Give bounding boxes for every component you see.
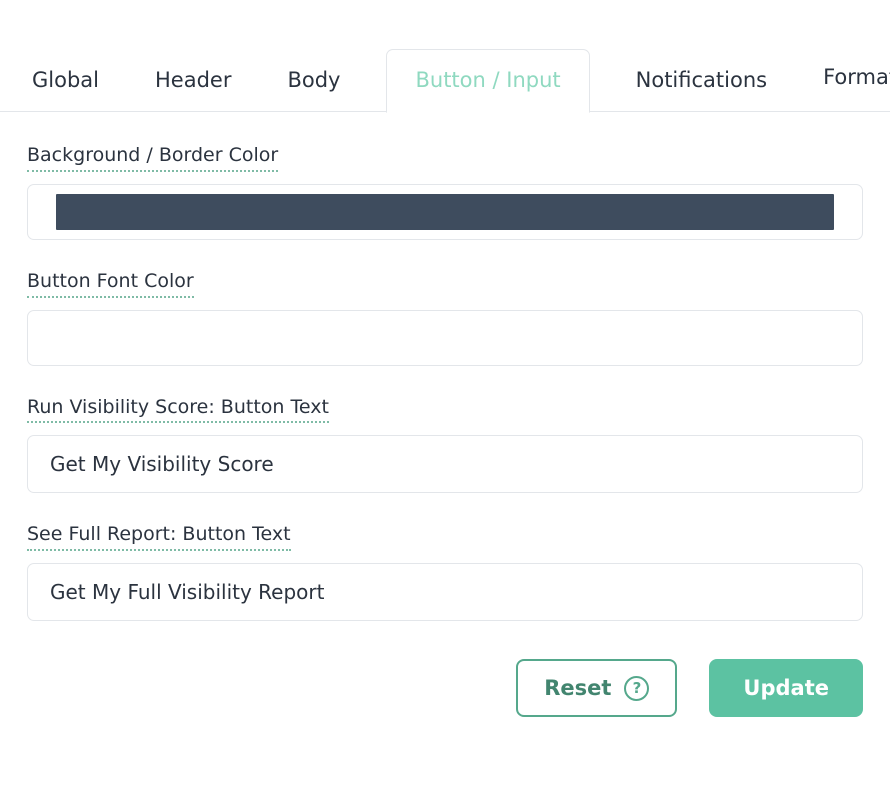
field-button-font-color: Button Font Color (27, 270, 863, 366)
see-full-report-button-text-label: See Full Report: Button Text (27, 523, 291, 551)
tab-body[interactable]: Body (287, 70, 340, 112)
form-actions: Reset ? Update (0, 659, 890, 717)
tab-header[interactable]: Header (155, 70, 231, 112)
tab-format-group: Format ? (823, 64, 890, 112)
button-font-color-swatch[interactable] (56, 320, 834, 356)
tab-notifications[interactable]: Notifications (636, 70, 767, 112)
tab-global[interactable]: Global (32, 70, 99, 112)
background-border-color-swatch[interactable] (56, 194, 834, 230)
tab-format[interactable]: Format (823, 67, 890, 88)
run-visibility-score-button-text-input[interactable]: Get My Visibility Score (27, 435, 863, 493)
settings-tabbar: Global Header Body Button / Input Notifi… (0, 40, 890, 112)
background-border-color-label: Background / Border Color (27, 144, 278, 172)
run-visibility-score-button-text-label: Run Visibility Score: Button Text (27, 396, 329, 424)
field-background-border-color: Background / Border Color (27, 144, 863, 240)
button-font-color-label: Button Font Color (27, 270, 194, 298)
tab-list: Global Header Body Button / Input Notifi… (0, 40, 890, 112)
update-button[interactable]: Update (709, 659, 863, 717)
field-run-visibility-score-button-text: Run Visibility Score: Button Text Get My… (27, 396, 863, 494)
background-border-color-picker[interactable] (27, 184, 863, 240)
tab-button-input[interactable]: Button / Input (386, 49, 589, 113)
button-font-color-picker[interactable] (27, 310, 863, 366)
see-full-report-button-text-input[interactable]: Get My Full Visibility Report (27, 563, 863, 621)
button-input-settings-form: Background / Border Color Button Font Co… (0, 144, 890, 621)
reset-button-label: Reset (544, 676, 611, 700)
field-see-full-report-button-text: See Full Report: Button Text Get My Full… (27, 523, 863, 621)
help-circle-icon[interactable]: ? (624, 676, 649, 701)
reset-button[interactable]: Reset ? (516, 659, 677, 717)
